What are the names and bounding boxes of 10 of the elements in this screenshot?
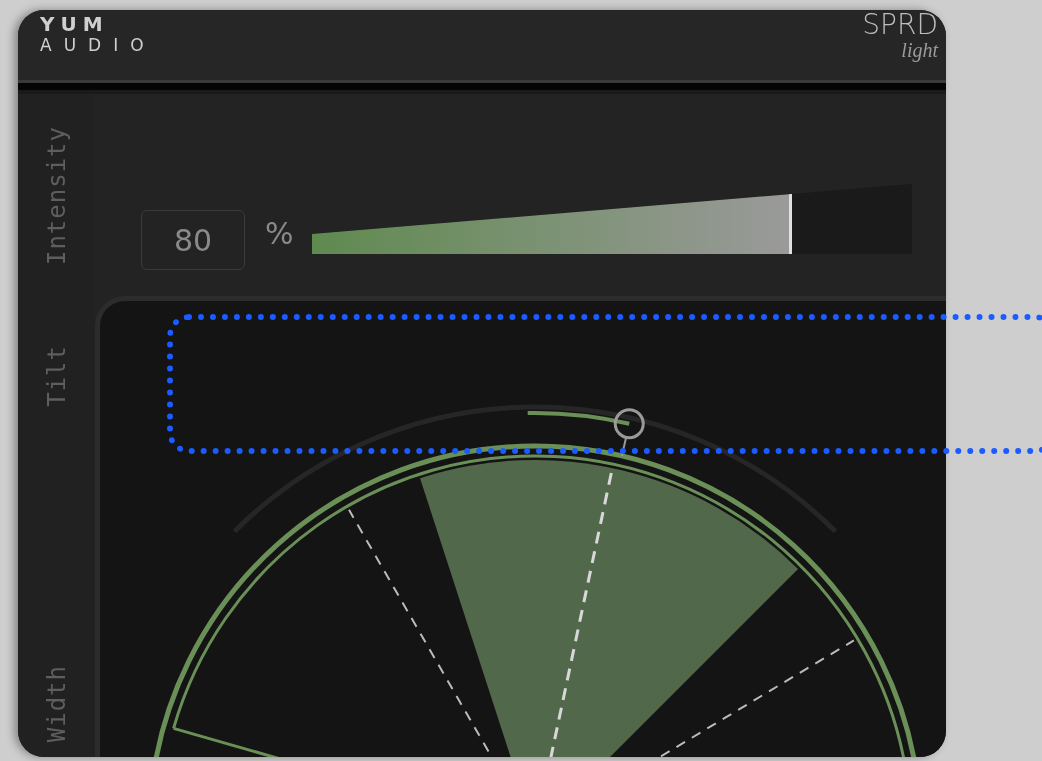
tilt-handle[interactable] xyxy=(613,408,645,457)
product-logo: SPRD xyxy=(862,10,938,40)
product-edition: light xyxy=(901,40,938,60)
parameter-label: Tilt xyxy=(41,345,72,407)
brand-subtitle: AUDIO xyxy=(40,34,156,56)
parameter-label: Width xyxy=(41,664,72,743)
unit-label: % xyxy=(265,215,294,253)
parameter-label: Intensity xyxy=(41,126,72,266)
brand-logo: YUM xyxy=(40,14,110,34)
intensity-value-field[interactable]: 80 xyxy=(141,210,245,270)
